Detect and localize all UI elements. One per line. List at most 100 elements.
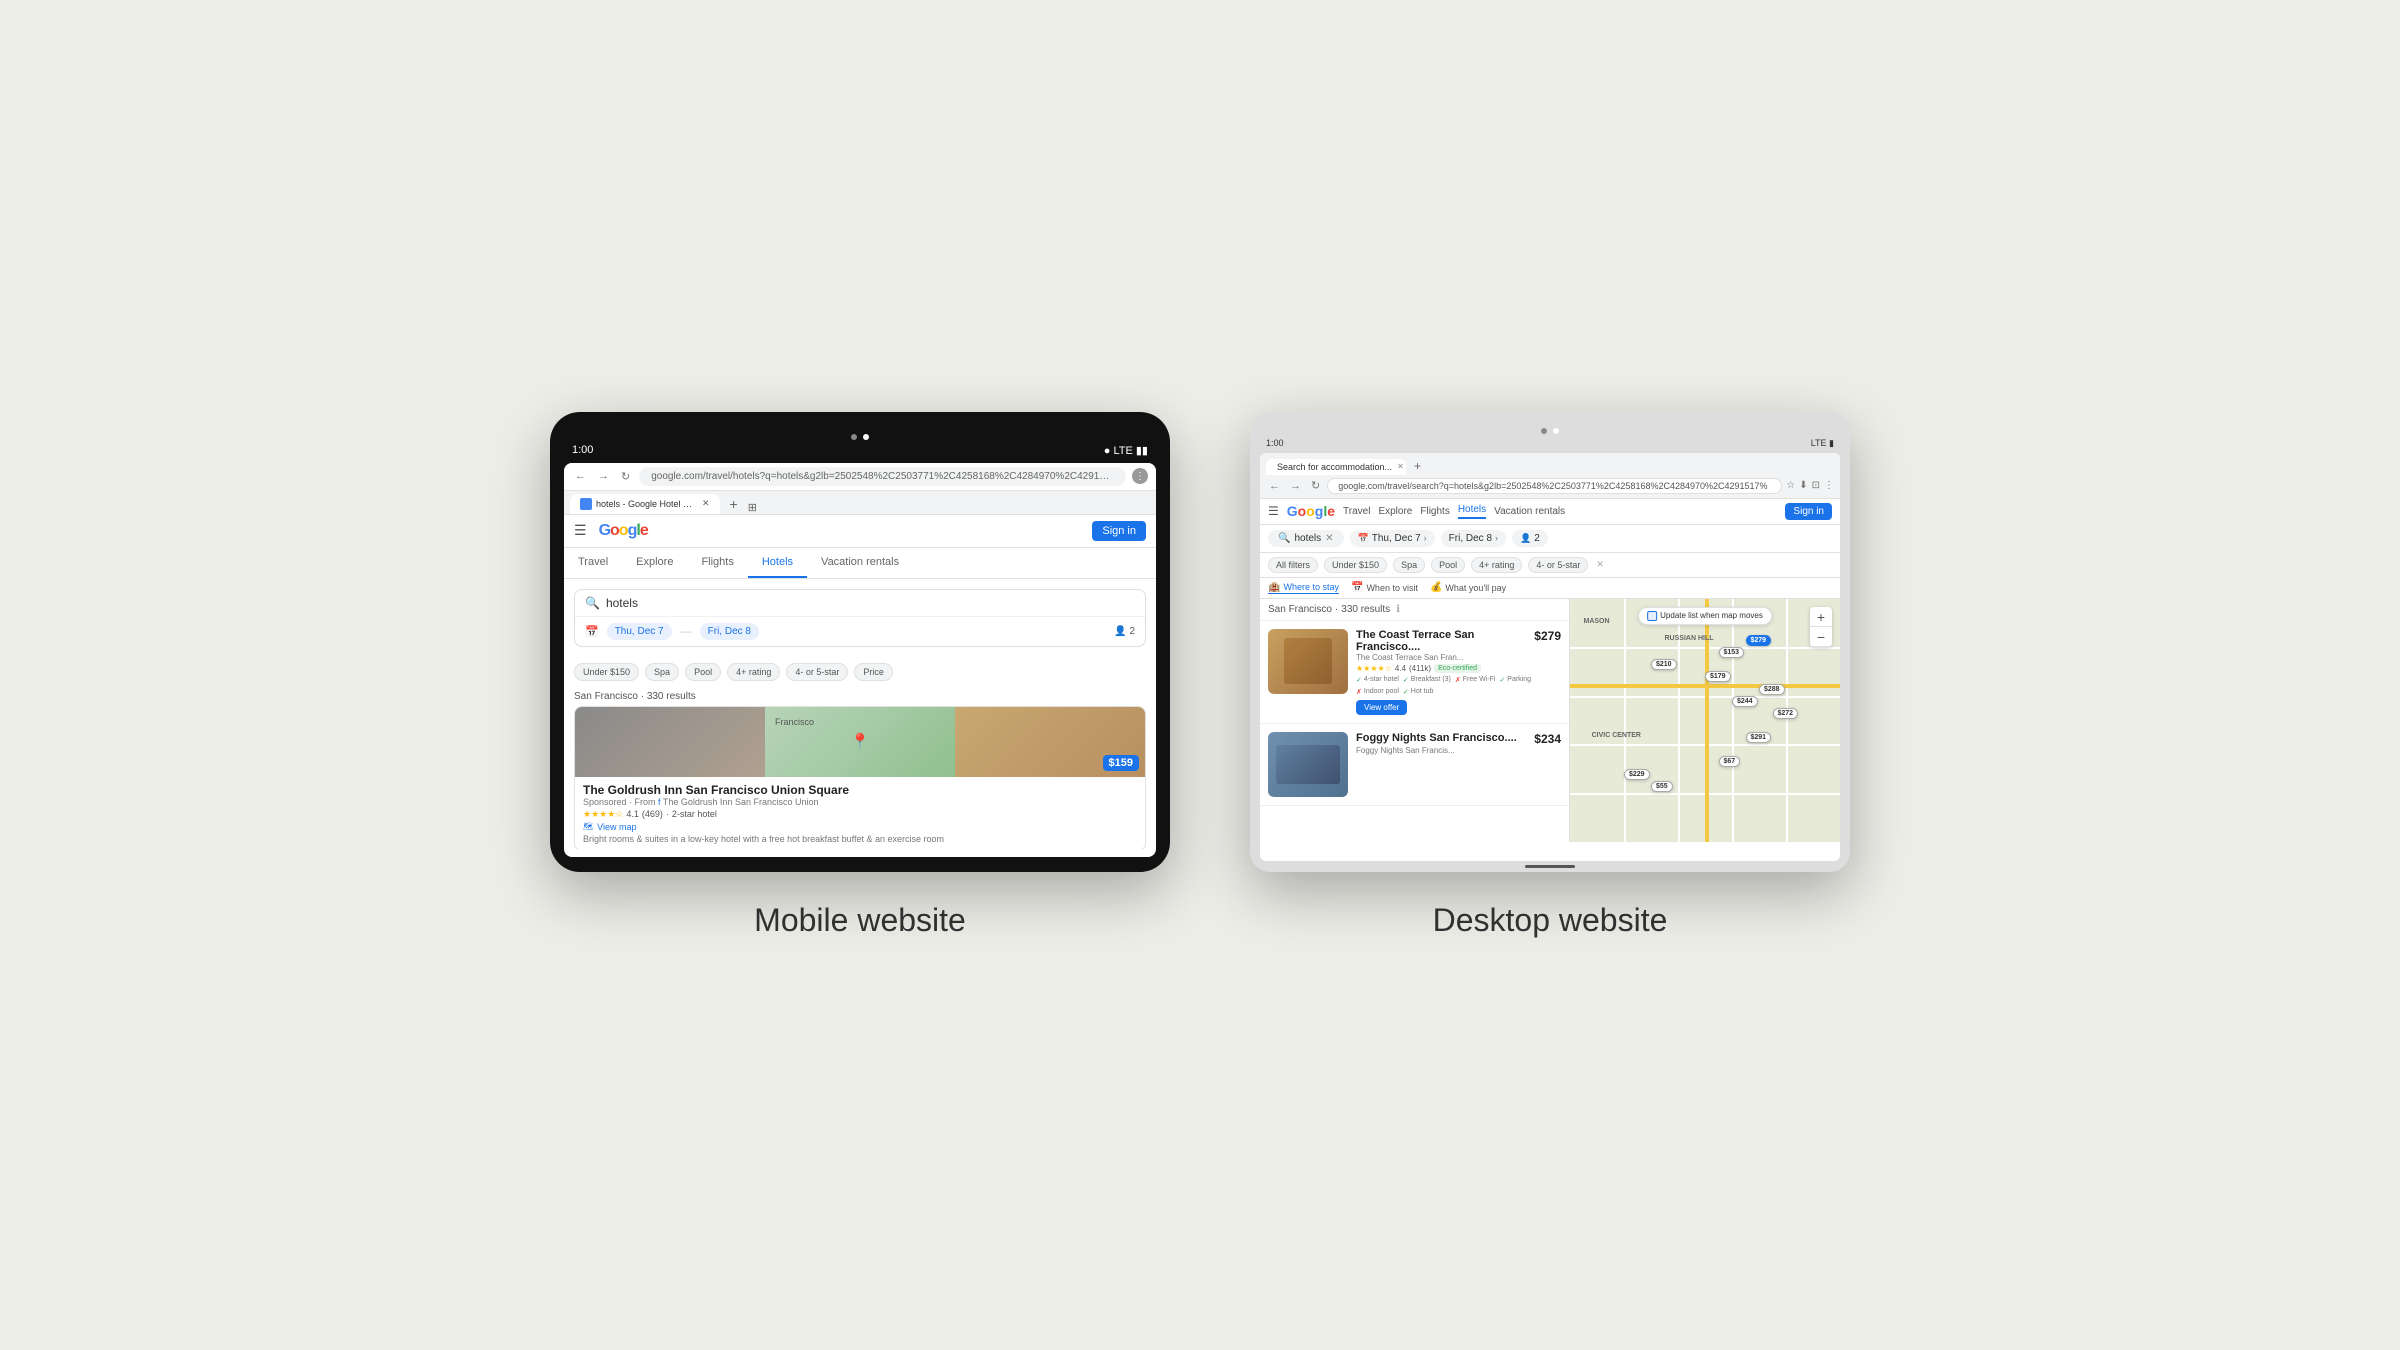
map-price-pin-5[interactable]: $244 bbox=[1732, 696, 1758, 707]
tab-what-youll-pay[interactable]: 💰 What you'll pay bbox=[1430, 582, 1506, 593]
filter-pool-desktop[interactable]: Pool bbox=[1431, 557, 1465, 573]
mobile-check-in[interactable]: Thu, Dec 7 bbox=[607, 623, 672, 640]
mobile-address-bar[interactable]: google.com/travel/hotels?q=hotels&g2lb=2… bbox=[639, 467, 1126, 486]
filter-pool-mobile[interactable]: Pool bbox=[685, 663, 721, 681]
mobile-hotel-card[interactable]: 📍 Francisco $159 The Goldrush Inn San Fr… bbox=[574, 706, 1146, 849]
nav-vacation-rentals[interactable]: Vacation rentals bbox=[1494, 504, 1565, 519]
refresh-button[interactable]: ↻ bbox=[618, 469, 633, 484]
filter-star-mobile[interactable]: 4- or 5-star bbox=[786, 663, 848, 681]
filter-rating-mobile[interactable]: 4+ rating bbox=[727, 663, 780, 681]
guests-icon-desktop: 👤 bbox=[1520, 533, 1531, 544]
desktop-device-container: 1:00 LTE ▮ Search for accommodation... ✕… bbox=[1250, 412, 1850, 939]
new-tab-btn-desktop[interactable]: + bbox=[1408, 457, 1427, 475]
map-price-pin-10[interactable]: $67 bbox=[1719, 756, 1741, 767]
map-price-pin-3[interactable]: $153 bbox=[1719, 647, 1745, 658]
desktop-address-bar[interactable]: google.com/travel/search?q=hotels&g2lb=2… bbox=[1327, 478, 1782, 494]
update-map-button[interactable]: Update list when map moves bbox=[1638, 607, 1772, 625]
desktop-back-btn[interactable]: ← bbox=[1266, 479, 1283, 493]
new-tab-button[interactable]: + bbox=[724, 494, 744, 514]
tab-when-to-visit[interactable]: 📅 When to visit bbox=[1351, 582, 1418, 593]
zoom-in-button[interactable]: + bbox=[1810, 607, 1832, 627]
google-logo-desktop: Google bbox=[1287, 503, 1335, 519]
map-price-pin-8[interactable]: $229 bbox=[1624, 769, 1650, 780]
mobile-guests[interactable]: 👤 2 bbox=[1114, 626, 1135, 637]
desktop-nav-row: ← → ↻ google.com/travel/search?q=hotels&… bbox=[1266, 478, 1834, 494]
hotel-card-desktop-2[interactable]: Foggy Nights San Francisco.... $234 Fogg… bbox=[1260, 724, 1569, 806]
map-price-pin-9[interactable]: $55 bbox=[1651, 781, 1673, 792]
mobile-device-container: 1:00 ● LTE ▮▮ ← → ↻ google.com/travel/ho… bbox=[550, 412, 1170, 939]
desktop-checkin-field[interactable]: 📅 Thu, Dec 7 › bbox=[1350, 530, 1435, 547]
tab-close-desktop[interactable]: ✕ bbox=[1397, 462, 1404, 471]
view-map-link[interactable]: View map bbox=[597, 822, 636, 832]
map-label-francisco: Francisco bbox=[775, 717, 814, 727]
tab-close-icon[interactable]: ✕ bbox=[702, 498, 710, 509]
forward-button[interactable]: → bbox=[595, 469, 612, 483]
search-icon: 🔍 bbox=[585, 596, 600, 610]
stars-desktop-1: ★★★★☆ bbox=[1356, 664, 1392, 673]
mobile-menu-btn[interactable]: ⋮ bbox=[1132, 468, 1148, 484]
map-price-pin-4[interactable]: $288 bbox=[1759, 684, 1785, 695]
results-info-icon: ℹ bbox=[1396, 604, 1400, 615]
search-clear-icon[interactable]: ✕ bbox=[1325, 533, 1333, 544]
filter-more-icon[interactable]: ✕ bbox=[1596, 559, 1604, 570]
date-divider: — bbox=[680, 624, 692, 638]
tab-hotels[interactable]: Hotels bbox=[748, 548, 807, 578]
check-icon-4: ✓ bbox=[1403, 688, 1409, 696]
zoom-out-button[interactable]: − bbox=[1810, 627, 1832, 647]
hotel-card-desktop-1[interactable]: The Coast Terrace San Francisco.... $279… bbox=[1260, 621, 1569, 724]
screenshot-icon[interactable]: ⊡ bbox=[1812, 480, 1820, 491]
filter-all-desktop[interactable]: All filters bbox=[1268, 557, 1318, 573]
download-icon[interactable]: ⬇ bbox=[1799, 480, 1807, 491]
nav-travel[interactable]: Travel bbox=[1343, 504, 1370, 519]
map-price-pin-2[interactable]: $179 bbox=[1705, 671, 1731, 682]
tab-travel[interactable]: Travel bbox=[564, 548, 622, 578]
filter-price-mobile[interactable]: Price bbox=[854, 663, 893, 681]
desktop-results-panel: San Francisco · 330 results ℹ bbox=[1260, 599, 1570, 842]
where-tab-label: Where to stay bbox=[1283, 582, 1339, 592]
hamburger-desktop-icon[interactable]: ☰ bbox=[1268, 504, 1279, 518]
desktop-sign-in-button[interactable]: Sign in bbox=[1785, 503, 1832, 520]
mobile-browser-tab[interactable]: hotels - Google Hotel Search ✕ bbox=[570, 494, 720, 514]
back-button[interactable]: ← bbox=[572, 469, 589, 483]
mobile-search-box: 🔍 hotels 📅 Thu, Dec 7 — Fri, Dec 8 👤 2 bbox=[574, 589, 1146, 647]
filter-under-150-mobile[interactable]: Under $150 bbox=[574, 663, 639, 681]
filter-rating-desktop[interactable]: 4+ rating bbox=[1471, 557, 1522, 573]
filter-star-desktop[interactable]: 4- or 5-star bbox=[1528, 557, 1588, 573]
nav-hotels[interactable]: Hotels bbox=[1458, 504, 1486, 519]
tab-flights[interactable]: Flights bbox=[687, 548, 747, 578]
map-price-pin-selected[interactable]: $279 bbox=[1746, 635, 1772, 646]
nav-explore[interactable]: Explore bbox=[1378, 504, 1412, 519]
desktop-guests-count: 2 bbox=[1534, 533, 1540, 544]
desktop-browser-tab[interactable]: Search for accommodation... ✕ bbox=[1266, 459, 1406, 475]
tab-grid-icon[interactable]: ⊞ bbox=[748, 501, 757, 514]
filter-spa-mobile[interactable]: Spa bbox=[645, 663, 679, 681]
desktop-google-content: ☰ Google Travel Explore Flights Hotels V… bbox=[1260, 499, 1840, 852]
view-map-icon: 🗺 bbox=[583, 822, 593, 831]
nav-flights[interactable]: Flights bbox=[1420, 504, 1449, 519]
view-offer-button-1[interactable]: View offer bbox=[1356, 700, 1407, 715]
map-price-pin-7[interactable]: $291 bbox=[1746, 732, 1772, 743]
mobile-search-input-row[interactable]: 🔍 hotels bbox=[575, 590, 1145, 617]
map-price-pin-1[interactable]: $210 bbox=[1651, 659, 1677, 670]
mobile-check-out[interactable]: Fri, Dec 8 bbox=[700, 623, 759, 640]
tab-where-to-stay[interactable]: 🏨 Where to stay bbox=[1268, 582, 1339, 594]
map-price-pin-6[interactable]: $272 bbox=[1773, 708, 1799, 719]
desktop-search-field[interactable]: 🔍 hotels ✕ bbox=[1268, 530, 1344, 547]
tab-explore[interactable]: Explore bbox=[622, 548, 687, 578]
desktop-dot-center bbox=[1553, 428, 1559, 434]
hamburger-icon[interactable]: ☰ bbox=[574, 522, 587, 539]
update-map-checkbox[interactable] bbox=[1647, 611, 1657, 621]
bookmark-icon[interactable]: ☆ bbox=[1786, 480, 1795, 491]
filter-under150-desktop[interactable]: Under $150 bbox=[1324, 557, 1387, 573]
mobile-sign-in-button[interactable]: Sign in bbox=[1092, 521, 1146, 541]
where-to-stay-tabs: 🏨 Where to stay 📅 When to visit 💰 What y… bbox=[1260, 578, 1840, 599]
desktop-menu-icon[interactable]: ⋮ bbox=[1824, 480, 1834, 491]
desktop-checkout-field[interactable]: Fri, Dec 8 › bbox=[1441, 530, 1506, 547]
desktop-refresh-btn[interactable]: ↻ bbox=[1308, 478, 1323, 493]
desktop-forward-btn[interactable]: → bbox=[1287, 479, 1304, 493]
mobile-date-row: 📅 Thu, Dec 7 — Fri, Dec 8 👤 2 bbox=[575, 617, 1145, 646]
filter-spa-desktop[interactable]: Spa bbox=[1393, 557, 1425, 573]
desktop-map-panel[interactable]: MASON RUSSIAN HILL CIVIC CENTER $279 $21… bbox=[1570, 599, 1840, 842]
desktop-guests-field[interactable]: 👤 2 bbox=[1512, 530, 1548, 547]
tab-vacation-rentals[interactable]: Vacation rentals bbox=[807, 548, 913, 578]
